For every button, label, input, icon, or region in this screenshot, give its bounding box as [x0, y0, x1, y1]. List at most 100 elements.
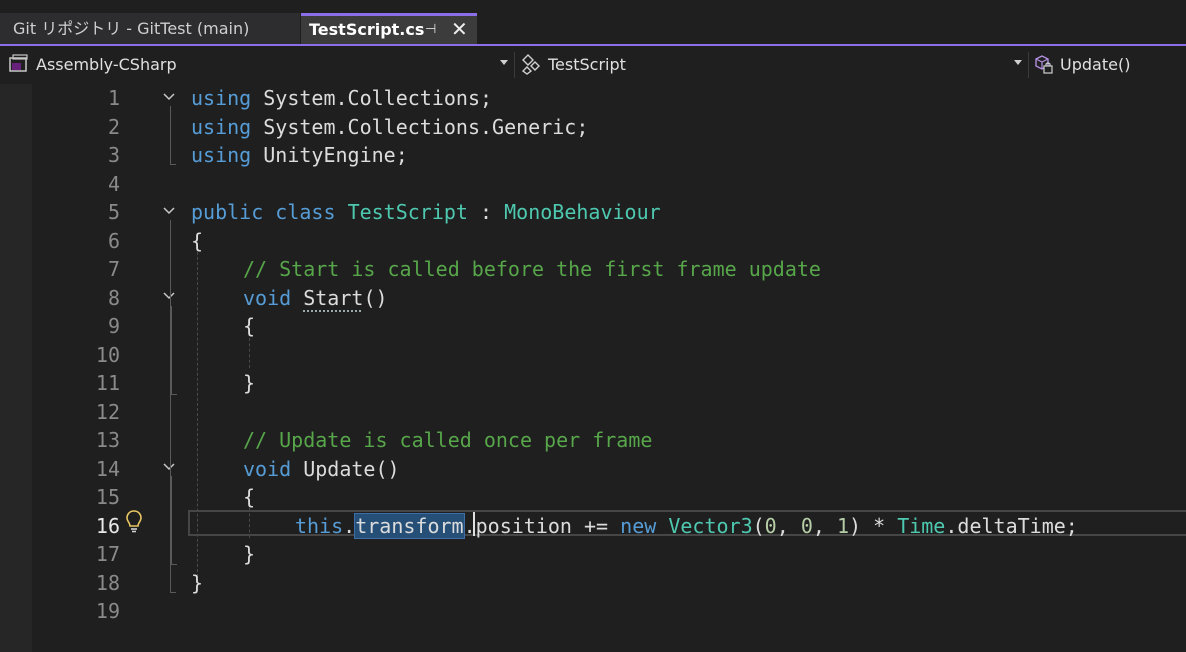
brace: {	[191, 228, 204, 253]
class-dropdown[interactable]: TestScript	[518, 51, 1026, 79]
class-name: TestScript	[347, 200, 468, 224]
code-line-18[interactable]: }	[191, 569, 203, 598]
type-name: Time	[897, 513, 946, 538]
keyword: void	[243, 285, 292, 310]
operator: +=	[584, 513, 609, 538]
type-name: Vector3	[668, 513, 753, 538]
line-number: 18	[95, 570, 120, 595]
pin-icon[interactable]: ⊣	[425, 16, 436, 43]
outline-guide	[171, 306, 172, 394]
code-editor[interactable]: 1 2 3 4 5 6 7 8 9 10 11 12 13 14 15 16 1…	[0, 84, 1186, 652]
code-line-3[interactable]: using UnityEngine;	[191, 141, 408, 170]
code-line-5[interactable]: public class TestScript : MonoBehaviour	[191, 198, 661, 227]
brace: {	[243, 485, 256, 509]
method-name: Update	[303, 456, 376, 481]
line-number: 7	[107, 257, 120, 281]
outline-guide	[170, 592, 176, 593]
base-class: MonoBehaviour	[504, 200, 661, 224]
line-number: 19	[95, 599, 120, 623]
outline-guide	[170, 106, 171, 164]
member: .position	[463, 513, 572, 538]
tab-testscript[interactable]: TestScript.cs ⊣ ✕	[301, 13, 477, 44]
keyword: public	[191, 200, 264, 224]
punctuation: ()	[375, 456, 400, 481]
method-icon	[1035, 55, 1053, 74]
keyword: using	[191, 114, 252, 139]
line-number: 5	[107, 200, 120, 224]
collapse-chevron-icon[interactable]	[163, 461, 175, 473]
keyword: using	[191, 143, 252, 167]
tab-label: TestScript.cs	[309, 20, 425, 39]
indent-guide	[249, 338, 250, 368]
keyword: using	[191, 86, 252, 110]
code-line-7[interactable]: // Start is called before the first fram…	[243, 255, 821, 284]
chevron-down-icon	[1014, 60, 1022, 65]
brace: }	[243, 371, 256, 395]
namespace: System.Collections;	[263, 86, 493, 110]
nav-divider	[514, 52, 515, 78]
code-line-9[interactable]: {	[243, 312, 255, 341]
line-number: 10	[95, 342, 120, 367]
code-line-11[interactable]: }	[243, 369, 255, 398]
number: 1	[836, 513, 849, 538]
class-label: TestScript	[548, 55, 626, 74]
brace: }	[191, 570, 204, 595]
comment: // Update is called once per frame	[243, 428, 653, 452]
outline-guide	[171, 476, 172, 564]
line-number: 6	[107, 228, 120, 253]
code-line-14[interactable]: void Update()	[243, 455, 400, 484]
navigation-bar: Assembly-CSharp TestScript Update()	[0, 46, 1186, 84]
line-number: 2	[107, 114, 120, 139]
text-caret	[473, 512, 475, 536]
class-icon	[521, 54, 540, 75]
code-line-15[interactable]: {	[243, 483, 255, 512]
lightbulb-icon[interactable]	[124, 509, 144, 533]
line-number: 13	[95, 428, 120, 452]
line-number-current: 16	[95, 513, 120, 538]
document-tab-strip: Git リポジトリ - GitTest (main) TestScript.cs…	[0, 0, 1186, 44]
punctuation: )	[849, 513, 862, 538]
editor-margin	[0, 84, 32, 652]
number: 0	[800, 513, 813, 538]
keyword: void	[243, 456, 292, 481]
line-number: 9	[107, 314, 120, 338]
code-line-16[interactable]: this.transform.position += new Vector3(0…	[295, 512, 1078, 541]
punctuation: ,	[812, 513, 825, 538]
keyword: new	[620, 513, 657, 538]
tab-git-repository[interactable]: Git リポジトリ - GitTest (main)	[0, 13, 300, 44]
code-line-1[interactable]: using System.Collections;	[191, 84, 492, 113]
line-number: 12	[95, 399, 120, 424]
punctuation: (	[752, 513, 765, 538]
collapse-chevron-icon[interactable]	[163, 205, 175, 217]
line-number: 14	[95, 456, 120, 481]
code-line-8[interactable]: void Start()	[243, 284, 388, 313]
line-number: 1	[107, 86, 120, 110]
code-line-13[interactable]: // Update is called once per frame	[243, 426, 652, 455]
line-number: 17	[95, 542, 120, 566]
project-dropdown[interactable]: Assembly-CSharp	[6, 51, 512, 79]
code-line-2[interactable]: using System.Collections.Generic;	[191, 113, 588, 142]
close-icon[interactable]: ✕	[451, 16, 468, 43]
operator: *	[873, 513, 886, 538]
project-label: Assembly-CSharp	[36, 55, 177, 74]
nav-divider	[1028, 52, 1029, 78]
collapse-chevron-icon[interactable]	[163, 290, 175, 302]
code-line-17[interactable]: }	[243, 540, 255, 569]
line-number: 4	[107, 171, 120, 196]
line-number: 15	[95, 485, 120, 509]
punctuation: ()	[363, 285, 388, 310]
outline-guide	[171, 564, 177, 565]
tab-label: Git リポジトリ - GitTest (main)	[13, 19, 250, 38]
code-line-6[interactable]: {	[191, 227, 203, 256]
collapse-chevron-icon[interactable]	[163, 91, 175, 103]
keyword: class	[275, 200, 336, 224]
csharp-project-icon	[9, 54, 28, 72]
namespace: System.Collections.Generic;	[263, 114, 589, 139]
punctuation: :	[480, 200, 493, 224]
brace: {	[243, 314, 256, 338]
chevron-down-icon	[500, 60, 508, 65]
outline-guide	[170, 164, 176, 165]
namespace: UnityEngine;	[263, 143, 408, 167]
method-name: Start	[303, 285, 364, 310]
member-dropdown[interactable]: Update()	[1030, 51, 1186, 79]
